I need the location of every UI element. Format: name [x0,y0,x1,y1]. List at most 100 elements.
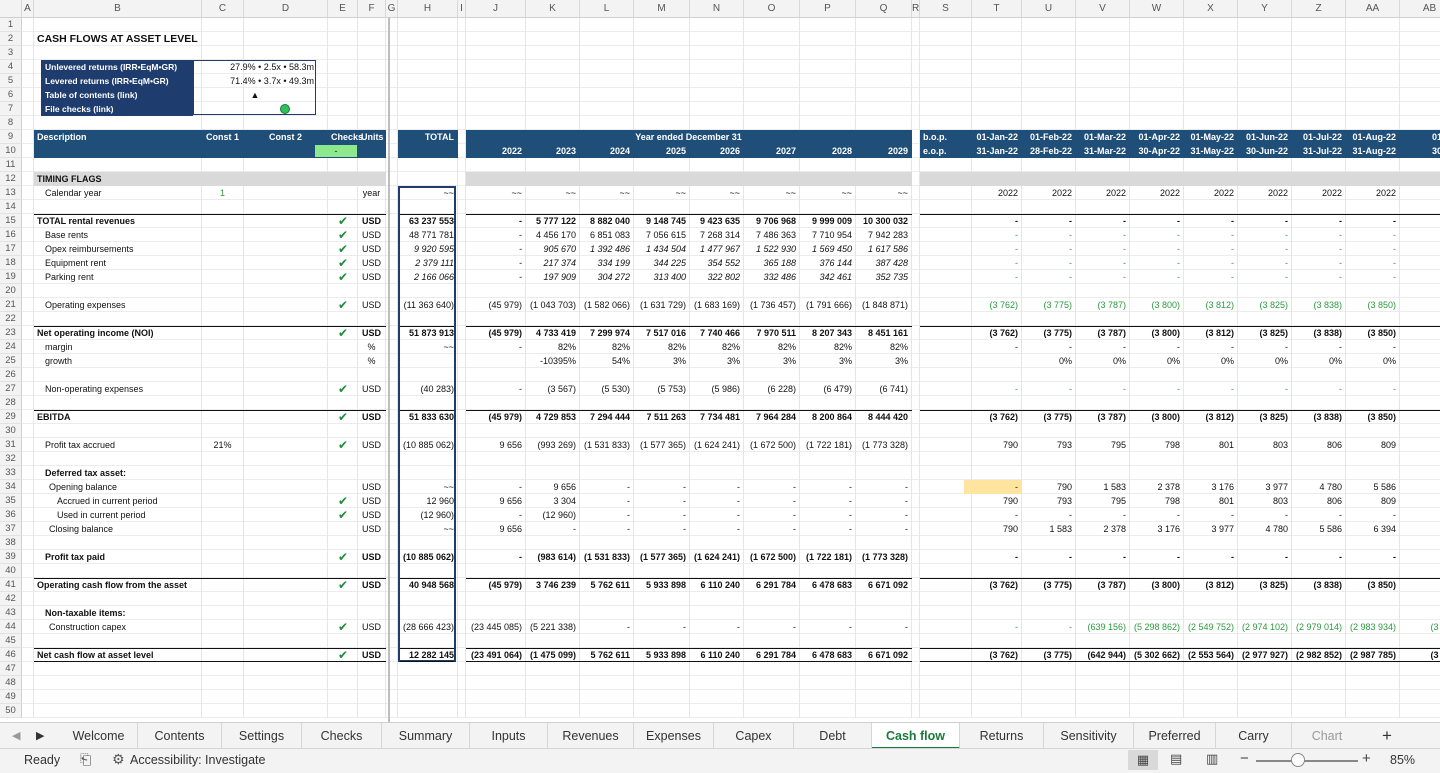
row-header[interactable]: 13 [0,186,22,200]
row-header[interactable]: 19 [0,270,22,284]
zoom-level[interactable]: 85% [1390,753,1415,767]
column-header[interactable]: V [1076,0,1130,18]
sheet-tab-sensitivity[interactable]: Sensitivity [1044,723,1134,749]
row-header[interactable]: 25 [0,354,22,368]
row-header[interactable]: 8 [0,116,22,130]
row-header[interactable]: 26 [0,368,22,382]
row-header[interactable]: 46 [0,648,22,662]
row-header[interactable]: 50 [0,704,22,718]
row-header[interactable]: 10 [0,144,22,158]
sheet-tab-returns[interactable]: Returns [960,723,1044,749]
sheet-tab-debt[interactable]: Debt [794,723,872,749]
sheet-tab-contents[interactable]: Contents [138,723,222,749]
row-header[interactable]: 3 [0,46,22,60]
column-header[interactable]: Z [1292,0,1346,18]
row-header[interactable]: 2 [0,32,22,46]
row-header[interactable]: 33 [0,466,22,480]
row-header[interactable]: 1 [0,18,22,32]
add-sheet-icon[interactable]: + [1382,723,1392,749]
row-header[interactable]: 40 [0,564,22,578]
row-header[interactable]: 9 [0,130,22,144]
column-header[interactable]: W [1130,0,1184,18]
row-header[interactable]: 36 [0,508,22,522]
row-header[interactable]: 24 [0,340,22,354]
sheet-tab-inputs[interactable]: Inputs [470,723,548,749]
column-header[interactable]: L [580,0,634,18]
row-header[interactable]: 29 [0,410,22,424]
sheet-tab-chart[interactable]: Chart [1292,723,1362,749]
column-header[interactable]: E [328,0,358,18]
scroll-right-icon[interactable]: ▶ [36,723,44,749]
row-header[interactable]: 32 [0,452,22,466]
column-header[interactable]: B [34,0,202,18]
row-header[interactable]: 30 [0,424,22,438]
page-layout-icon[interactable]: ▤ [1170,751,1182,767]
row-header[interactable]: 28 [0,396,22,410]
row-header[interactable]: 38 [0,536,22,550]
spreadsheet-grid[interactable]: A B C D E F G H I J K L M N O P Q R S T U V W X Y Z AA AB 1 2 3 4 5 6 7 8 9 1… [0,0,1440,726]
column-header[interactable]: O [744,0,800,18]
sheet-tab-carry[interactable]: Carry [1216,723,1292,749]
row-header[interactable]: 5 [0,74,22,88]
row-header[interactable]: 6 [0,88,22,102]
column-header[interactable]: R [912,0,920,18]
row-header[interactable]: 27 [0,382,22,396]
sheet-tab-checks[interactable]: Checks [302,723,382,749]
sheet-tab-capex[interactable]: Capex [714,723,794,749]
column-header[interactable]: M [634,0,690,18]
sheet-tab-summary[interactable]: Summary [382,723,470,749]
zoom-slider-handle[interactable] [1291,753,1305,767]
column-header[interactable]: T [972,0,1022,18]
row-header[interactable]: 20 [0,284,22,298]
row-header[interactable]: 47 [0,662,22,676]
column-header[interactable]: K [526,0,580,18]
zoom-in-icon[interactable]: + [1362,750,1371,767]
column-header[interactable]: AA [1346,0,1400,18]
row-header[interactable]: 42 [0,592,22,606]
select-all-corner[interactable] [0,0,22,18]
sheet-tab-revenues[interactable]: Revenues [548,723,634,749]
column-header[interactable]: Q [856,0,912,18]
row-header[interactable]: 18 [0,256,22,270]
row-header[interactable]: 21 [0,298,22,312]
file-check-status-icon[interactable] [280,104,290,114]
scroll-left-icon[interactable]: ◀ [12,723,20,749]
normal-view-icon[interactable]: ▦ [1128,750,1158,770]
row-header[interactable]: 45 [0,634,22,648]
column-header[interactable]: G [386,0,398,18]
sheet-tab-preferred[interactable]: Preferred [1134,723,1216,749]
row-header[interactable]: 43 [0,606,22,620]
zoom-slider[interactable] [1256,760,1358,762]
row-header[interactable]: 16 [0,228,22,242]
row-header[interactable]: 4 [0,60,22,74]
sheet-tab-expenses[interactable]: Expenses [634,723,714,749]
row-header[interactable]: 31 [0,438,22,452]
column-header[interactable]: H [398,0,458,18]
column-header[interactable]: X [1184,0,1238,18]
row-header[interactable]: 39 [0,550,22,564]
column-header[interactable]: C [202,0,244,18]
row-header[interactable]: 17 [0,242,22,256]
column-header[interactable]: Y [1238,0,1292,18]
column-header[interactable]: AB [1400,0,1440,18]
page-break-icon[interactable]: ▥ [1206,751,1218,767]
row-header[interactable]: 34 [0,480,22,494]
column-header[interactable]: A [22,0,34,18]
row-header[interactable]: 41 [0,578,22,592]
row-header[interactable]: 14 [0,200,22,214]
row-header[interactable]: 44 [0,620,22,634]
zoom-out-icon[interactable]: − [1240,750,1249,767]
column-header[interactable]: N [690,0,744,18]
row-header[interactable]: 23 [0,326,22,340]
column-header[interactable]: F [358,0,386,18]
row-header[interactable]: 7 [0,102,22,116]
accessibility-label[interactable]: Accessibility: Investigate [130,753,265,767]
row-header[interactable]: 48 [0,676,22,690]
row-header[interactable]: 15 [0,214,22,228]
column-header[interactable]: S [920,0,972,18]
column-header[interactable]: I [458,0,466,18]
row-header[interactable]: 49 [0,690,22,704]
row-header[interactable]: 22 [0,312,22,326]
column-header[interactable]: J [466,0,526,18]
macro-record-icon[interactable]: ⎗ [80,751,91,768]
